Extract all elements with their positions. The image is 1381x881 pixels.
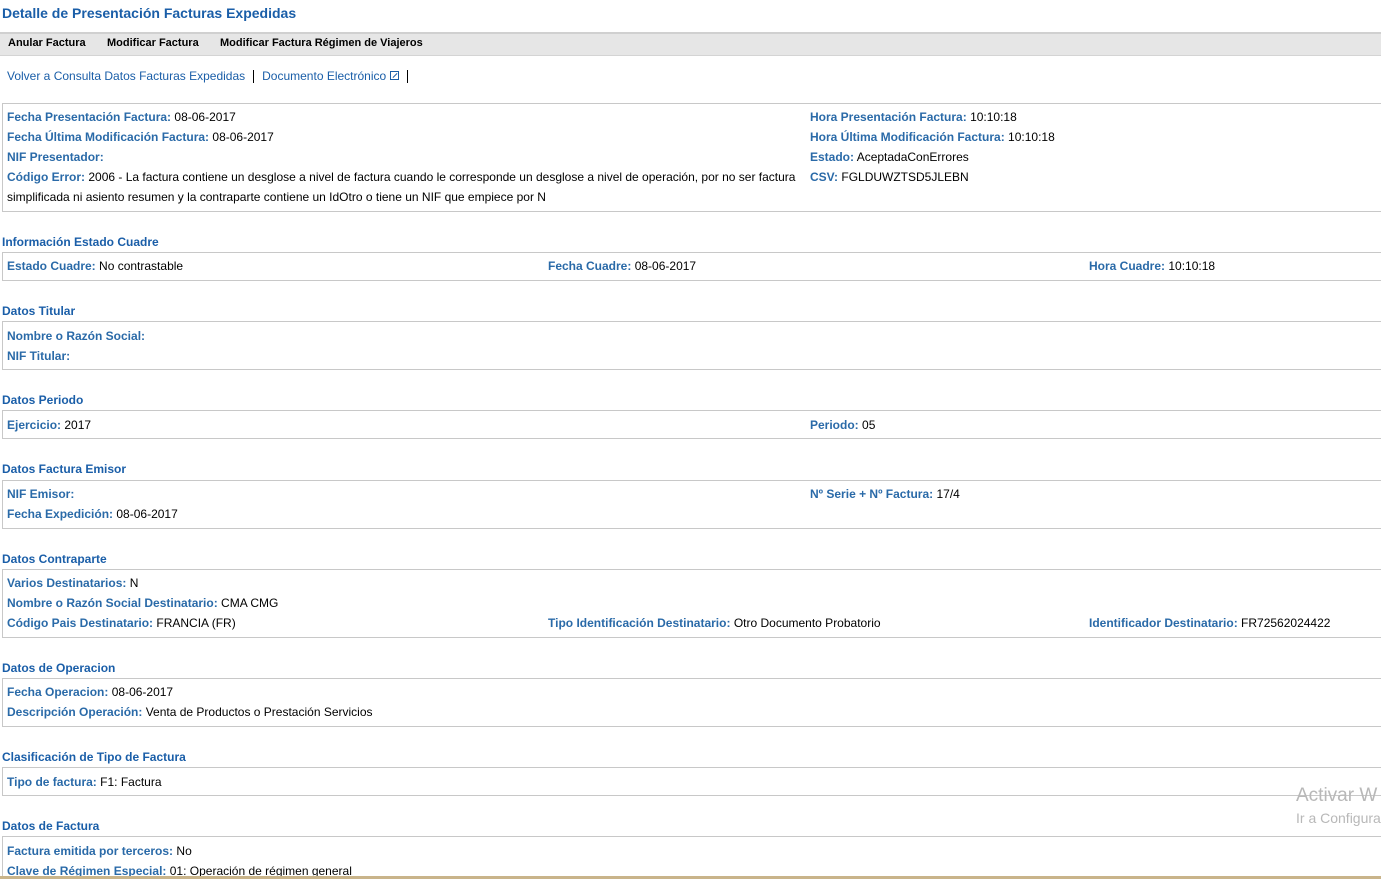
documento-electronico-link[interactable]: Documento Electrónico: [262, 69, 386, 83]
nombre-destinatario-field: Nombre o Razón Social Destinatario: CMA …: [7, 596, 279, 610]
csv-field: CSV: FGLDUWZTSD5JLEBN: [810, 170, 969, 184]
titular-section-title: Datos Titular: [2, 304, 76, 318]
pais-destinatario-field: Código Pais Destinatario: FRANCIA (FR): [7, 616, 236, 630]
clasificacion-panel: [2, 767, 1381, 796]
operacion-section-title: Datos de Operacion: [2, 661, 116, 675]
volver-consulta-link[interactable]: Volver a Consulta Datos Facturas Expedid…: [7, 69, 245, 83]
activation-watermark-sub: Ir a Configura: [1296, 810, 1381, 826]
fecha-expedicion-field: Fecha Expedición: 08-06-2017: [7, 507, 178, 521]
varios-destinatarios-field: Varios Destinatarios: N: [7, 576, 139, 590]
titular-panel: [2, 321, 1381, 370]
periodo-section-title: Datos Periodo: [2, 393, 84, 407]
contraparte-section-title: Datos Contraparte: [2, 552, 107, 566]
link-separator: [253, 70, 255, 84]
periodo-panel: [2, 410, 1381, 439]
factura-section-title: Datos de Factura: [2, 819, 100, 833]
ejercicio-field: Ejercicio: 2017: [7, 418, 92, 432]
nombre-titular-field: Nombre o Razón Social:: [7, 329, 146, 343]
fecha-presentacion-field: Fecha Presentación Factura: 08-06-2017: [7, 110, 236, 124]
nif-presentador-field: NIF Presentador:: [7, 150, 104, 164]
emisor-panel: [2, 480, 1381, 529]
clasificacion-section-title: Clasificación de Tipo de Factura: [2, 750, 186, 764]
navigation-links: Volver a Consulta Datos Facturas Expedid…: [7, 69, 416, 84]
serie-factura-field: Nº Serie + Nº Factura: 17/4: [810, 487, 960, 501]
codigo-error-field: Código Error: 2006 - La factura contiene…: [7, 170, 796, 204]
fecha-modificacion-field: Fecha Última Modificación Factura: 08-06…: [7, 130, 274, 144]
estado-field: Estado: AceptadaConErrores: [810, 150, 969, 164]
estado-cuadre-field: Estado Cuadre: No contrastable: [7, 259, 184, 273]
periodo-field: Periodo: 05: [810, 418, 876, 432]
emisor-section-title: Datos Factura Emisor: [2, 462, 127, 476]
nif-emisor-field: NIF Emisor:: [7, 487, 75, 501]
tipo-identificacion-field: Tipo Identificación Destinatario: Otro D…: [548, 616, 881, 630]
cuadre-section-title: Información Estado Cuadre: [2, 235, 159, 249]
factura-terceros-field: Factura emitida por terceros: No: [7, 844, 192, 858]
hora-presentacion-field: Hora Presentación Factura: 10:10:18: [810, 110, 1017, 124]
tipo-factura-field: Tipo de factura: F1: Factura: [7, 775, 162, 789]
modificar-factura-button[interactable]: Modificar Factura: [107, 37, 199, 49]
page-title: Detalle de Presentación Facturas Expedid…: [2, 5, 297, 21]
activation-watermark: Activar W: [1296, 785, 1378, 806]
fecha-operacion-field: Fecha Operacion: 08-06-2017: [7, 685, 174, 699]
anular-factura-button[interactable]: Anular Factura: [8, 37, 86, 49]
hora-modificacion-field: Hora Última Modificación Factura: 10:10:…: [810, 130, 1055, 144]
modificar-viajeros-button[interactable]: Modificar Factura Régimen de Viajeros: [220, 37, 423, 49]
action-toolbar: Anular Factura Modificar Factura Modific…: [0, 32, 1381, 56]
nif-titular-field: NIF Titular:: [7, 349, 71, 363]
descripcion-operacion-field: Descripción Operación: Venta de Producto…: [7, 705, 373, 719]
external-link-icon[interactable]: [390, 71, 400, 81]
fecha-cuadre-field: Fecha Cuadre: 08-06-2017: [548, 259, 697, 273]
hora-cuadre-field: Hora Cuadre: 10:10:18: [1089, 259, 1216, 273]
link-separator: [407, 70, 409, 84]
identificador-destinatario-field: Identificador Destinatario: FR7256202442…: [1089, 616, 1331, 630]
